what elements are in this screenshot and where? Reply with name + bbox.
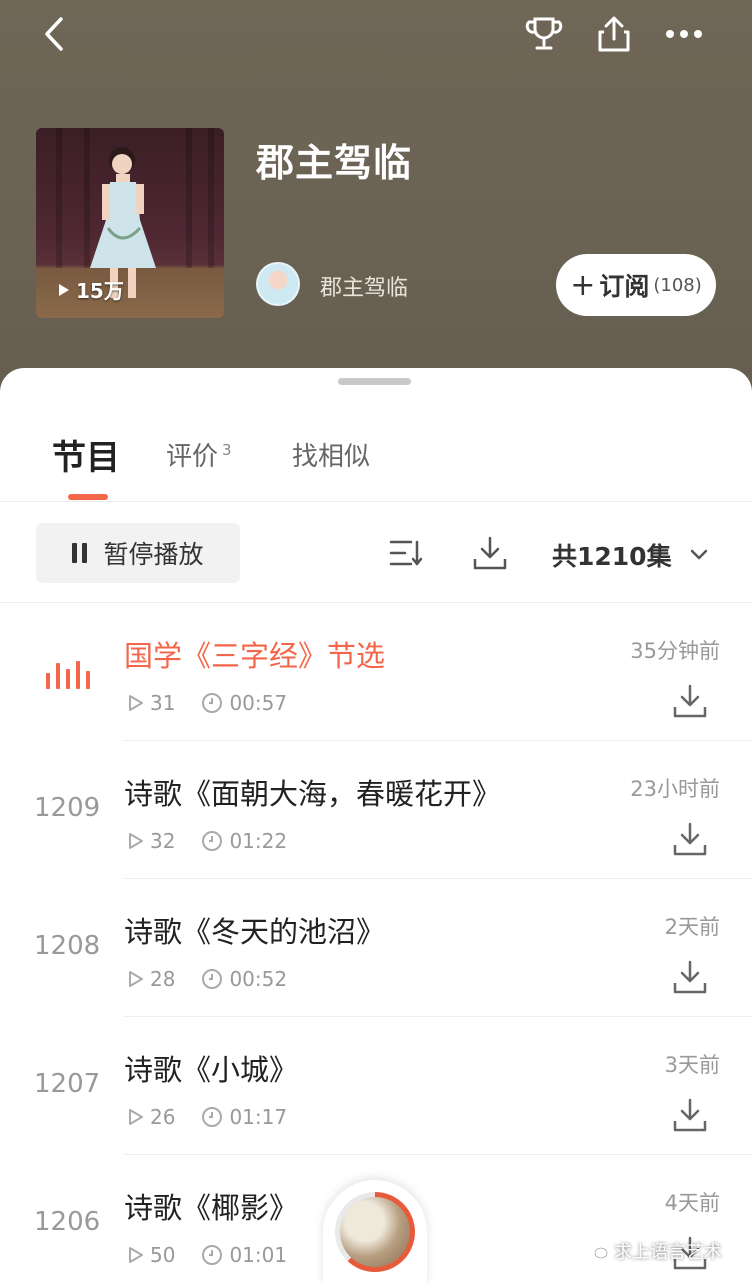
play-count-icon [129,971,143,987]
author-name[interactable]: 郡主驾临 [320,270,408,302]
album-header: 15万 郡主驾临 郡主驾临 + 订阅 (108) [0,0,752,400]
album-cover[interactable]: 15万 [36,128,224,318]
episode-duration: 01:22 [229,829,288,853]
episode-meta: 28 00:52 [128,967,303,991]
subscribe-button[interactable]: + 订阅 (108) [556,254,716,316]
tab-label: 评价 [166,442,219,472]
tab-reviews[interactable]: 评价 3 [166,436,232,473]
drag-handle[interactable] [338,378,411,385]
list-toolbar: 暂停播放 共1210集 [0,503,752,603]
clock-icon [202,1245,223,1265]
content-sheet: 节目 评价 3 找相似 暂停播放 共1210集 国学《三字经》节选 31 00:… [0,368,752,1283]
download-icon[interactable] [670,819,710,859]
episode-total: 共1210集 [552,542,672,571]
episode-row[interactable]: 1208 诗歌《冬天的池沼》 28 00:52 2天前 [0,879,752,1017]
episode-title: 诗歌《小城》 [124,1053,299,1087]
now-playing-icon [46,661,90,689]
episode-duration: 00:57 [229,691,288,715]
episode-duration: 01:17 [229,1105,288,1129]
episode-number: 1207 [34,1069,101,1099]
episode-time: 23小时前 [630,777,720,801]
download-icon[interactable] [670,957,710,997]
author-avatar[interactable] [256,262,300,306]
play-count-icon [129,695,143,711]
playback-progress-ring [335,1192,415,1272]
pause-button[interactable]: 暂停播放 [36,523,240,583]
clock-icon [202,1107,223,1127]
tab-bar: 节目 评价 3 找相似 [0,428,752,502]
episode-time: 3天前 [664,1053,720,1077]
episode-time: 4天前 [664,1191,720,1215]
episode-number: 1206 [34,1207,101,1237]
episode-time: 35分钟前 [630,639,720,663]
clock-icon [202,693,223,713]
chevron-down-icon [690,549,707,560]
subscribe-label: 订阅 [599,272,650,301]
episode-plays: 50 [150,1243,176,1267]
download-icon[interactable] [670,681,710,721]
pause-label: 暂停播放 [103,540,204,569]
episode-meta: 31 00:57 [128,691,303,715]
episode-number: 1209 [34,793,101,823]
episode-total-selector[interactable]: 共1210集 [552,537,708,573]
mini-player[interactable] [323,1180,427,1283]
wechat-icon [587,1244,608,1259]
episode-title: 诗歌《冬天的池沼》 [124,915,386,949]
album-title: 郡主驾临 [256,141,413,185]
episode-meta: 26 01:17 [128,1105,303,1129]
episode-plays: 31 [150,691,176,715]
back-icon[interactable] [34,14,74,54]
share-icon[interactable] [594,14,634,54]
episode-row[interactable]: 国学《三字经》节选 31 00:57 35分钟前 [0,603,752,741]
plus-icon: + [570,267,596,303]
episode-time: 2天前 [664,915,720,939]
episode-row[interactable]: 1207 诗歌《小城》 26 01:17 3天前 [0,1017,752,1155]
episode-meta: 32 01:22 [128,829,303,853]
episode-title: 诗歌《椰影》 [124,1191,299,1225]
download-icon[interactable] [670,1095,710,1135]
episode-duration: 00:52 [229,967,288,991]
episode-meta: 50 01:01 [128,1243,303,1267]
episode-title: 诗歌《面朝大海，春暖花开》 [124,777,502,811]
tab-programs[interactable]: 节目 [52,430,120,479]
play-count-icon [129,1247,143,1263]
episode-duration: 01:01 [229,1243,288,1267]
more-icon[interactable] [664,14,704,54]
tab-label: 节目 [52,438,120,478]
episode-number: 1208 [34,931,101,961]
review-count-badge: 3 [222,441,232,460]
active-tab-indicator [68,494,108,500]
play-count-icon [129,833,143,849]
play-count-text: 15万 [76,279,124,303]
pause-icon [72,543,88,563]
play-triangle-icon [59,283,69,296]
tab-label: 找相似 [292,442,371,472]
episode-plays: 32 [150,829,176,853]
episode-plays: 26 [150,1105,176,1129]
episode-title: 国学《三字经》节选 [124,639,386,673]
clock-icon [202,969,223,989]
play-count-icon [129,1109,143,1125]
download-all-icon[interactable] [470,533,510,573]
cover-play-count: 15万 [58,275,124,304]
watermark-text: 求上语言艺术 [614,1242,722,1263]
clock-icon [202,831,223,851]
sort-icon[interactable] [386,533,426,573]
tab-similar[interactable]: 找相似 [292,436,370,473]
episode-plays: 28 [150,967,176,991]
watermark: 求上语言艺术 [586,1238,722,1264]
trophy-icon[interactable] [524,14,564,54]
episode-row[interactable]: 1209 诗歌《面朝大海，春暖花开》 32 01:22 23小时前 [0,741,752,879]
subscribe-count: (108) [653,274,702,296]
now-playing-cover [340,1197,410,1267]
